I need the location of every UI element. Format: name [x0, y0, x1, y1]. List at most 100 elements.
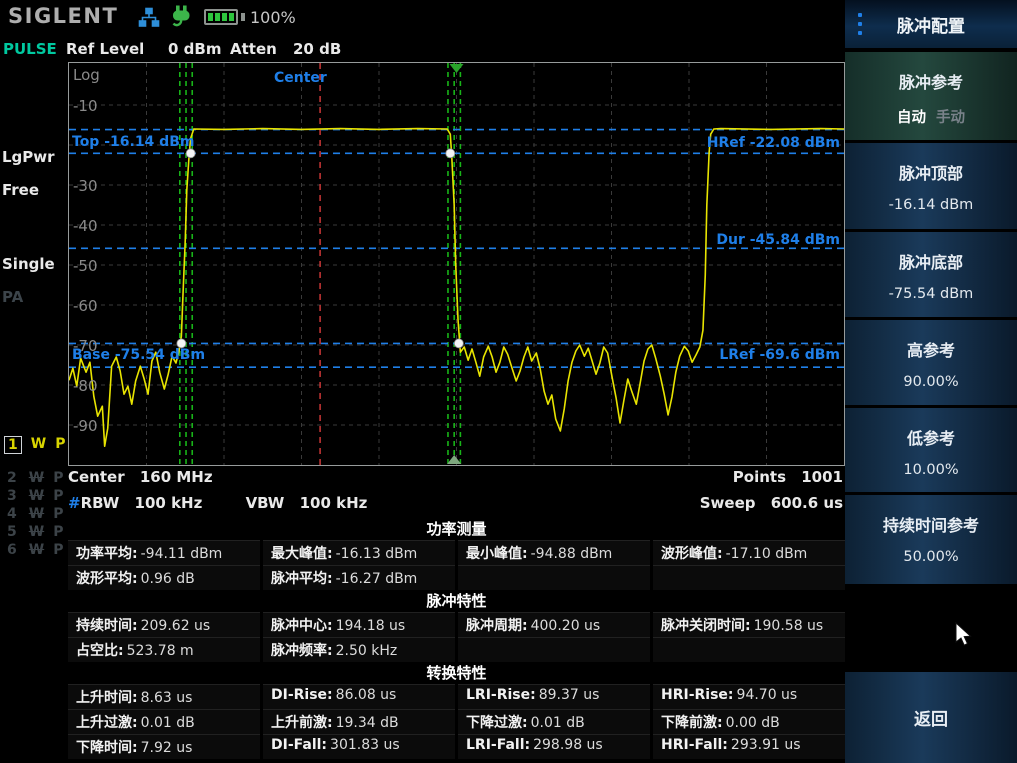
footer-line-2: #RBW 100 kHz VBW 100 kHz Sweep 600.6 us	[68, 494, 843, 512]
trace-display: Log -10 -30 -40 -50 -60 -70 -80 -90 Cent…	[68, 62, 845, 466]
trace-indicator-6[interactable]: 6WP	[4, 542, 63, 558]
points-value: 1001	[801, 468, 843, 486]
rbw-value: 100 kHz	[135, 494, 203, 512]
table-cell: 占空比:523.78 m	[68, 637, 260, 662]
softkey-title: 低参考	[907, 425, 955, 449]
top-level-label: Top -16.14 dBm	[72, 134, 194, 150]
trace-p: P	[53, 488, 63, 504]
softkey-high-reference[interactable]: 高参考 90.00%	[845, 320, 1017, 405]
atten-label: Atten	[230, 40, 277, 58]
menu-title: 脉冲配置	[897, 12, 965, 37]
atten-value[interactable]: 20 dB	[293, 40, 341, 58]
center-frequency[interactable]: Center 160 MHz	[68, 468, 223, 486]
ytick--60: -60	[73, 297, 98, 315]
table-cell: HRI-Fall:293.91 us	[653, 734, 845, 759]
trace-p: P	[53, 524, 63, 540]
softkey-duration-reference[interactable]: 持续时间参考 50.00%	[845, 495, 1017, 584]
trace-indicator-3[interactable]: 3WP	[4, 488, 63, 504]
softkey-pulse-base[interactable]: 脉冲底部 -75.54 dBm	[845, 232, 1017, 317]
measurement-tables: 功率测量 功率平均:-94.11 dBm 最大峰值:-16.13 dBm 最小峰…	[68, 518, 845, 759]
trace-indicator-2[interactable]: 2WP	[4, 470, 63, 486]
softkey-low-reference[interactable]: 低参考 10.00%	[845, 408, 1017, 492]
table-cell: 脉冲中心:194.18 us	[263, 612, 455, 637]
option-auto[interactable]: 自动	[897, 110, 926, 126]
trace-indicator-5[interactable]: 5WP	[4, 524, 63, 540]
option-manual[interactable]: 手动	[936, 110, 965, 126]
table-row: 持续时间:209.62 us 脉冲中心:194.18 us 脉冲周期:400.2…	[68, 612, 845, 637]
table-cell: 持续时间:209.62 us	[68, 612, 260, 637]
table-cell: 脉冲周期:400.20 us	[458, 612, 650, 637]
mode-free: Free	[2, 181, 39, 199]
center-value: 160 MHz	[140, 468, 213, 486]
mode-pa: PA	[2, 288, 23, 306]
ref-level-label: Ref Level	[66, 40, 144, 58]
softkey-value: -16.14 dBm	[889, 197, 974, 213]
softkey-value: 50.00%	[903, 549, 958, 565]
table-cell: 上升过激:0.01 dB	[68, 709, 260, 734]
table-cell: DI-Rise:86.08 us	[263, 684, 455, 709]
vbw-value: 100 kHz	[300, 494, 368, 512]
trace-num: 6	[4, 542, 20, 558]
trace-w: W	[29, 488, 44, 504]
dur-level-label: Dur -45.84 dBm	[716, 232, 840, 248]
softkey-menu: 脉冲配置 脉冲参考 自动手动 脉冲顶部 -16.14 dBm 脉冲底部 -75.…	[845, 0, 1017, 763]
points[interactable]: Points 1001	[733, 468, 843, 486]
table-cell: DI-Fall:301.83 us	[263, 734, 455, 759]
trace-indicator-4[interactable]: 4WP	[4, 506, 63, 522]
battery-percent: 100%	[250, 8, 296, 27]
ytick--30: -30	[73, 177, 98, 195]
trace-num: 2	[4, 470, 20, 486]
table-cell: 下降时间:7.92 us	[68, 734, 260, 759]
table-cell: 功率平均:-94.11 dBm	[68, 540, 260, 565]
softkey-title: 脉冲顶部	[899, 160, 963, 184]
table-row: 上升时间:8.63 us DI-Rise:86.08 us LRI-Rise:8…	[68, 684, 845, 709]
table-cell	[653, 637, 845, 662]
back-button[interactable]: 返回	[845, 672, 1017, 763]
ytick--40: -40	[73, 217, 98, 235]
ytick--10: -10	[73, 97, 98, 115]
sweep-time[interactable]: Sweep 600.6 us	[700, 494, 843, 512]
log-scale-label: Log	[73, 66, 100, 84]
mode-single: Single	[2, 255, 55, 273]
analyzer-screen: SIGLENT 100% PULSE Ref Level 0 dBm Atten…	[0, 0, 1017, 763]
base-level-label: Base -75.54 dBm	[72, 347, 205, 363]
menu-dots-icon[interactable]	[858, 13, 863, 35]
lref-level-label: LRef -69.6 dBm	[719, 347, 840, 363]
transition-table-title: 转换特性	[68, 662, 845, 684]
table-cell: 上升前激:19.34 dB	[263, 709, 455, 734]
trace-num: 4	[4, 506, 20, 522]
table-cell: LRI-Fall:298.98 us	[458, 734, 650, 759]
battery-tip	[241, 13, 245, 21]
trace-p: P	[53, 470, 63, 486]
table-cell: HRI-Rise:94.70 us	[653, 684, 845, 709]
trace-w: W	[29, 542, 44, 558]
center-marker-label: Center	[274, 70, 327, 86]
trace-indicator-1[interactable]: 1WP	[4, 436, 65, 454]
softkey-pulse-top[interactable]: 脉冲顶部 -16.14 dBm	[845, 143, 1017, 229]
table-cell: 波形峰值:-17.10 dBm	[653, 540, 845, 565]
table-cell: 波形平均:0.96 dB	[68, 565, 260, 590]
spectrum-plot-svg	[69, 63, 844, 465]
lan-network-icon	[138, 7, 160, 29]
href-level-label: HRef -22.08 dBm	[707, 135, 840, 151]
softkey-title: 高参考	[907, 337, 955, 361]
table-cell: 上升时间:8.63 us	[68, 684, 260, 709]
table-row: 上升过激:0.01 dB 上升前激:19.34 dB 下降过激:0.01 dB …	[68, 709, 845, 734]
rbw-label: RBW	[81, 494, 120, 512]
table-cell: 脉冲平均:-16.27 dBm	[263, 565, 455, 590]
rbw-vbw[interactable]: #RBW 100 kHz VBW 100 kHz	[68, 494, 377, 512]
table-cell: 最大峰值:-16.13 dBm	[263, 540, 455, 565]
ref-level-value[interactable]: 0 dBm	[168, 40, 221, 58]
trace-w: W	[29, 524, 44, 540]
trace-w: W	[29, 506, 44, 522]
ytick--50: -50	[73, 257, 98, 275]
softkey-title: 脉冲底部	[899, 249, 963, 273]
softkey-title: 脉冲参考	[899, 69, 963, 93]
softkey-pulse-reference[interactable]: 脉冲参考 自动手动	[845, 52, 1017, 140]
center-label: Center	[68, 468, 125, 486]
table-cell: 最小峰值:-94.88 dBm	[458, 540, 650, 565]
table-cell: 脉冲频率:2.50 kHz	[263, 637, 455, 662]
power-plug-icon	[169, 5, 195, 31]
pulse-table-title: 脉冲特性	[68, 590, 845, 612]
trace-p: P	[53, 542, 63, 558]
